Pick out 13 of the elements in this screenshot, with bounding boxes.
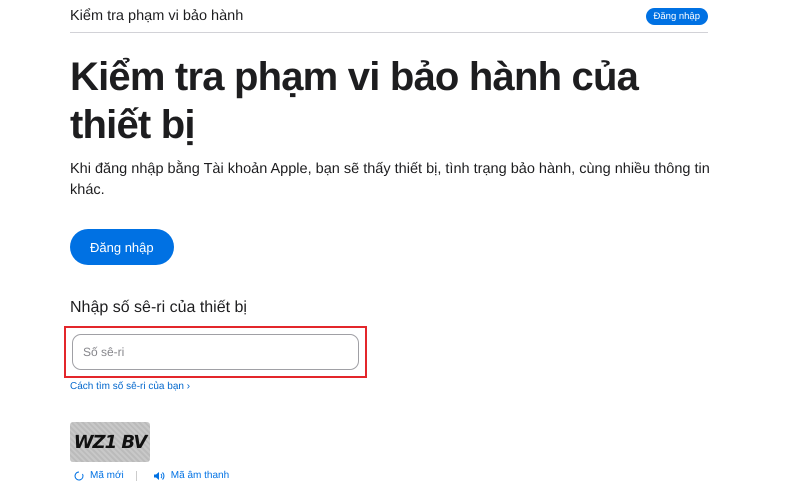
sign-in-button[interactable]: Đăng nhập xyxy=(70,229,174,265)
sign-in-button[interactable]: Đăng nhập xyxy=(646,8,708,24)
section-heading: Nhập số sê-ri của thiết bị xyxy=(70,299,247,317)
speaker-icon xyxy=(152,470,165,480)
audio-code-link[interactable]: Mã âm thanh xyxy=(152,470,230,481)
captcha-image: WZ1 BV xyxy=(70,422,150,462)
refresh-icon xyxy=(74,470,84,480)
intro-text: Khi đăng nhập bằng Tài khoản Apple, bạn sẽ thấy thiết bị, tình trạng bảo hành, cùng nhiều thông tin khác. xyxy=(70,159,710,200)
page-heading: Kiểm tra phạm vi bảo hành của thiết bị xyxy=(70,54,640,149)
serial-field[interactable]: Số sê-ri xyxy=(72,334,359,370)
new-code-link[interactable]: Mã mới xyxy=(74,470,124,481)
help-link[interactable]: Cách tìm số sê-ri của bạn › xyxy=(70,381,190,392)
page-title: Kiểm tra phạm vi bảo hành xyxy=(70,8,244,24)
